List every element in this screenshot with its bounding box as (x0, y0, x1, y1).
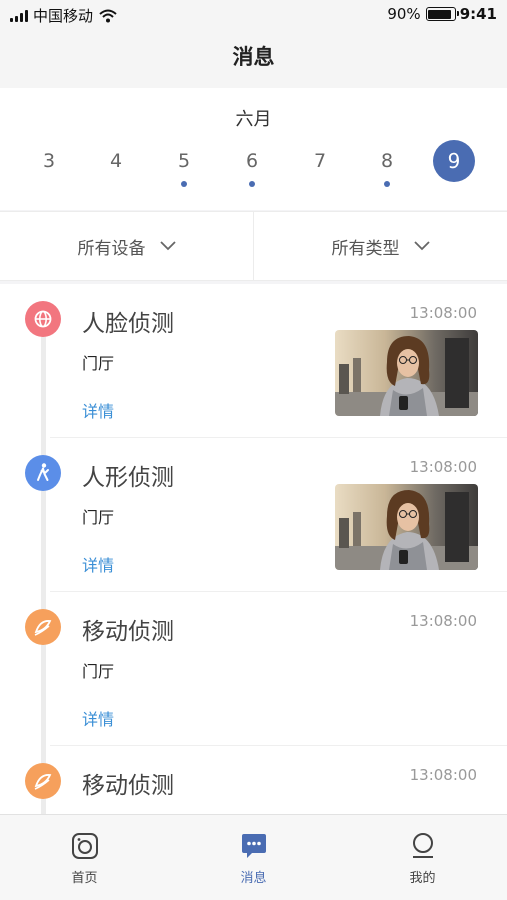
user-icon (412, 833, 433, 858)
day-4[interactable]: 4 (95, 140, 137, 182)
event-list-item[interactable]: 人形侦测 13:08:00 门厅详情 (0, 438, 507, 592)
event-detail-link[interactable]: 详情 (82, 706, 114, 730)
tab-mine[interactable]: 我的 (338, 815, 507, 900)
type-filter-dropdown[interactable]: 所有类型 (253, 212, 507, 280)
tab-home[interactable]: 首页 (0, 815, 169, 900)
tab-mine-label: 我的 (409, 871, 436, 886)
event-indicator-dot (181, 181, 187, 187)
event-snapshot-thumbnail[interactable] (335, 330, 478, 416)
day-7[interactable]: 7 (299, 140, 341, 182)
event-list-item[interactable]: 移动侦测 13:08:00 门厅详情 (0, 592, 507, 746)
device-filter-label: 所有设备 (77, 238, 146, 259)
date-selector: 六月 3456789 (0, 88, 507, 210)
event-time: 13:08:00 (409, 612, 477, 630)
filter-bar: 所有设备 所有类型 (0, 211, 507, 281)
tab-home-label: 首页 (71, 871, 98, 886)
day-6[interactable]: 6 (231, 140, 273, 182)
event-list-item[interactable]: 移动侦测13:08:00门厅详情 (0, 746, 507, 814)
event-indicator-dot (249, 181, 255, 187)
carrier-label: 中国移动 (33, 7, 94, 25)
event-time: 13:08:00 (409, 304, 477, 322)
tab-messages[interactable]: 消息 (169, 815, 338, 900)
motion-detection-icon (25, 763, 61, 799)
event-list-item[interactable]: 人脸侦测 13:08:00 门厅详情 (0, 284, 507, 438)
day-5[interactable]: 5 (163, 140, 205, 182)
day-8[interactable]: 8 (366, 140, 408, 182)
tab-bar: 首页 消息 我的 (0, 814, 507, 900)
event-time: 13:08:00 (409, 766, 477, 784)
tab-messages-label: 消息 (240, 871, 267, 886)
battery-percent: 90% (387, 5, 421, 23)
signal-icon (10, 9, 28, 22)
event-detail-link[interactable]: 详情 (82, 552, 114, 576)
event-location: 门厅 (82, 662, 115, 681)
day-9[interactable]: 9 (433, 140, 475, 182)
event-title: 人脸侦测 (82, 311, 174, 337)
type-filter-label: 所有类型 (331, 238, 400, 259)
page-title: 消息 (232, 45, 275, 69)
chevron-down-icon (413, 241, 430, 251)
status-bar: 中国移动 90% 9:41 (0, 0, 507, 30)
event-snapshot-thumbnail[interactable] (335, 484, 478, 570)
month-label: 六月 (235, 109, 272, 130)
event-location: 门厅 (82, 354, 115, 373)
event-title: 移动侦测 (82, 773, 174, 799)
event-title: 移动侦测 (82, 619, 174, 645)
chat-bubble-icon (241, 834, 266, 858)
day-3[interactable]: 3 (28, 140, 70, 182)
event-time: 13:08:00 (409, 458, 477, 476)
battery-icon (425, 7, 459, 21)
camera-icon (71, 833, 98, 859)
chevron-down-icon (159, 241, 176, 251)
face-detection-icon (25, 301, 61, 337)
event-list: 人脸侦测 13:08:00 门厅 详情 人形侦测 13:08:00 门厅 详情 移动侦测 13:0… (0, 284, 507, 814)
event-indicator-dot (384, 181, 390, 187)
event-detail-link[interactable]: 详情 (82, 398, 114, 422)
wifi-icon (99, 9, 117, 22)
device-filter-dropdown[interactable]: 所有设备 (0, 212, 253, 280)
event-location: 门厅 (82, 508, 115, 527)
navigation-bar: 消息 (0, 30, 507, 88)
event-title: 人形侦测 (82, 465, 174, 491)
clock: 9:41 (459, 5, 497, 23)
motion-detection-icon (25, 609, 61, 645)
person-detection-icon (25, 455, 61, 491)
